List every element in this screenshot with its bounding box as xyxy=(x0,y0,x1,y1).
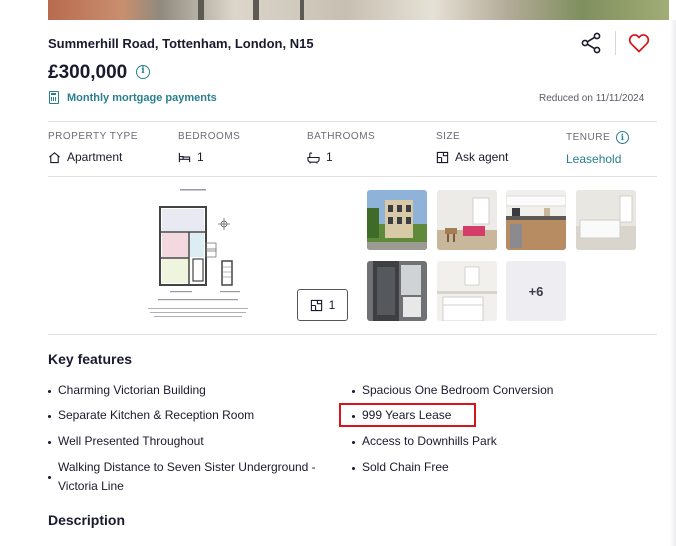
photo-thumbnail[interactable] xyxy=(506,190,566,250)
feature-item: Well Presented Throughout xyxy=(58,434,204,448)
photo-thumbnail[interactable] xyxy=(367,190,427,250)
scroll-edge xyxy=(670,20,676,546)
size-block: SIZE Ask agent xyxy=(436,131,508,164)
bathrooms-block: BATHROOMS 1 xyxy=(307,131,375,164)
bed-icon xyxy=(178,152,191,162)
photo-thumbnail[interactable] xyxy=(367,261,427,321)
calculator-icon xyxy=(49,91,59,104)
bedrooms-label: BEDROOMS xyxy=(178,131,241,142)
highlight-annotation xyxy=(339,403,476,427)
bedrooms-block: BEDROOMS 1 xyxy=(178,131,240,164)
share-icon[interactable] xyxy=(579,31,603,55)
tenure-label: TENURE xyxy=(566,132,611,143)
bathrooms-value: 1 xyxy=(326,150,333,164)
tenure-value-link[interactable]: Leasehold xyxy=(566,152,621,166)
price: £300,000 xyxy=(48,62,128,83)
description-heading: Description xyxy=(48,512,126,528)
more-photos-button[interactable]: +6 xyxy=(506,261,566,321)
floorplan-button[interactable]: 1 xyxy=(297,289,348,321)
size-label: SIZE xyxy=(436,131,461,142)
property-type-block: PROPERTY TYPE Apartment xyxy=(48,131,138,164)
feature-item: Walking Distance to Seven Sister Undergr… xyxy=(58,460,316,493)
feature-item: Charming Victorian Building xyxy=(58,383,206,397)
photo-thumbnail[interactable] xyxy=(576,190,636,250)
divider xyxy=(48,334,657,335)
info-icon[interactable]: i xyxy=(616,131,630,144)
mortgage-payments-link[interactable]: Monthly mortgage payments xyxy=(67,92,217,104)
floorplan-icon xyxy=(310,299,322,311)
bathrooms-label: BATHROOMS xyxy=(307,131,376,142)
feature-item: Access to Downhills Park xyxy=(362,434,497,448)
feature-item: Spacious One Bedroom Conversion xyxy=(362,383,554,397)
more-photos-count: +6 xyxy=(528,283,544,299)
info-icon[interactable]: i xyxy=(136,65,150,79)
floorplan-image[interactable] xyxy=(144,187,254,319)
bedrooms-value: 1 xyxy=(197,150,204,164)
feature-item: Separate Kitchen & Reception Room xyxy=(58,408,255,422)
house-icon xyxy=(49,151,60,163)
hero-photo[interactable] xyxy=(48,0,669,20)
divider xyxy=(48,121,657,122)
floorplan-count: 1 xyxy=(328,298,336,312)
divider xyxy=(615,31,616,55)
tenure-block: TENURE i Leasehold xyxy=(566,131,630,166)
feature-item: Sold Chain Free xyxy=(362,460,449,474)
floorplan-size-icon xyxy=(436,151,449,163)
bath-icon xyxy=(307,151,320,164)
heart-icon[interactable] xyxy=(627,31,651,55)
size-value: Ask agent xyxy=(455,150,509,164)
photo-thumbnail[interactable] xyxy=(437,190,497,250)
key-features-heading: Key features xyxy=(48,351,133,367)
property-type-value: Apartment xyxy=(67,150,123,164)
photo-thumbnail[interactable] xyxy=(437,261,497,321)
reduced-date: Reduced on 11/11/2024 xyxy=(539,93,645,104)
property-address: Summerhill Road, Tottenham, London, N15 xyxy=(48,36,314,51)
property-type-label: PROPERTY TYPE xyxy=(48,131,138,142)
divider xyxy=(48,176,657,177)
